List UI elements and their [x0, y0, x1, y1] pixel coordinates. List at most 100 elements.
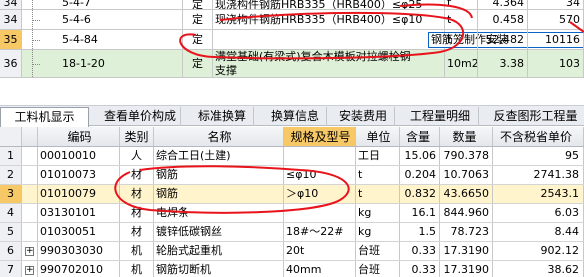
item-code: 5-4-7 — [22, 0, 183, 9]
expand-toggle[interactable]: + — [22, 261, 38, 277]
table-row-selected[interactable]: 3 01010079 材钢筋 ＞φ10 t 0.832 43.6650 2543.1 — [0, 185, 584, 204]
row-number: 4 — [0, 204, 22, 222]
resource-price: 8.44 — [493, 223, 584, 241]
item-name-cell[interactable]: 钢筋笼制作安装 — [213, 30, 584, 49]
resource-spec: 20t — [284, 242, 356, 260]
table-row[interactable]: 6 +990303030 机轮胎式起重机 20t 台班 0.33 17.3190 902.12 — [0, 242, 584, 261]
row-number: 34 — [0, 10, 22, 29]
resource-content: 0.204 — [400, 166, 440, 184]
resource-code: 00010010 — [38, 147, 120, 165]
header-name[interactable]: 名称 — [154, 127, 284, 146]
resource-unit: 台班 — [356, 242, 400, 260]
resource-quantity: 17.3190 — [440, 242, 493, 260]
resource-grid-header: 编码 类别 名称 规格及型号 单位 含量 数量 不含税省单价 — [0, 127, 584, 147]
table-row[interactable]: 1 00010010 人综合工日(土建) 工日 15.06 790.378 95 — [0, 147, 584, 166]
tab-standard-conversion[interactable]: 标准换算 — [191, 107, 254, 126]
row-number: 6 — [0, 242, 22, 260]
resource-content: 16.1 — [400, 204, 440, 222]
resource-unit: kg — [356, 223, 400, 241]
row-number: 3 — [0, 185, 22, 203]
row-number: 34 — [0, 0, 22, 9]
item-quantity: 0.458 — [478, 10, 528, 29]
resource-grid: 编码 类别 名称 规格及型号 单位 含量 数量 不含税省单价 1 00010010… — [0, 127, 584, 277]
resource-spec — [284, 204, 356, 222]
item-name-line1: 满堂基础(有梁式)复合木模板对拉螺栓钢 — [215, 50, 411, 63]
table-row[interactable]: 5 01030051 材镀锌低碳钢丝 18#～22# kg 1.5 78.723 8.44 — [0, 223, 584, 242]
resource-unit: t — [356, 185, 400, 203]
resource-category: 材 — [120, 223, 154, 241]
expand-toggle[interactable]: + — [22, 242, 38, 260]
expand-plus-icon[interactable]: + — [25, 246, 34, 256]
resource-name: 综合工日(土建) — [154, 147, 284, 165]
resource-price: 38.62 — [493, 261, 584, 277]
table-row[interactable]: 7 +990702010 机钢筋切断机 40mm 台班 0.33 17.3190 38.62 — [0, 261, 584, 277]
table-row[interactable]: 34 5-4-6 定 现浇构件钢筋HRB335（HRB400）≤φ10 t 0.… — [0, 10, 584, 30]
item-name: 现浇构件钢筋HRB335（HRB400）≤φ10 — [213, 10, 445, 29]
resource-price: 6.03 — [493, 204, 584, 222]
resource-unit: t — [356, 166, 400, 184]
row-number: 7 — [0, 261, 22, 277]
table-row[interactable]: 2 01010073 材钢筋 ≤φ10 t 0.204 10.7063 2741.38 — [0, 166, 584, 185]
resource-code: 01010079 — [38, 185, 120, 203]
resource-category: 材 — [120, 204, 154, 222]
item-quantity: 52.482 — [478, 30, 528, 49]
table-row[interactable]: 4 03130101 材电焊条 kg 16.1 844.960 6.03 — [0, 204, 584, 223]
resource-quantity: 844.960 — [440, 204, 493, 222]
resource-quantity: 78.723 — [440, 223, 493, 241]
item-code: 18-1-20 — [22, 50, 183, 77]
resource-category: 机 — [120, 242, 154, 260]
tab-installation-fee[interactable]: 安装费用 — [332, 107, 395, 126]
header-rownum — [0, 127, 22, 146]
resource-name: 轮胎式起重机 — [154, 242, 284, 260]
resource-spec: ≤φ10 — [284, 166, 356, 184]
tab-reverse-lookup-quantity[interactable]: 反查图形工程量 — [486, 107, 584, 126]
tab-quantity-details[interactable]: 工程量明细 — [402, 107, 479, 126]
resource-content: 0.832 — [400, 185, 440, 203]
tab-labor-material-machine[interactable]: 工料机显示 — [0, 107, 89, 127]
resource-price: 2741.38 — [493, 166, 584, 184]
resource-category: 材 — [120, 166, 154, 184]
item-type: 定 — [183, 10, 213, 29]
resource-quantity: 17.3190 — [440, 261, 493, 277]
header-quantity[interactable]: 数量 — [440, 127, 493, 146]
expand-toggle — [22, 185, 38, 203]
item-code: 5-4-6 — [22, 10, 183, 29]
resource-name: 电焊条 — [154, 204, 284, 222]
measure-items-grid: 34 5-4-7 定 现浇构件钢筋HRB335（HRB400）≤φ25 t 4.… — [0, 0, 584, 95]
header-code[interactable]: 编码 — [38, 127, 120, 146]
item-price: 570 — [528, 10, 584, 29]
resource-price: 2543.1 — [493, 185, 584, 203]
resource-code: 01030051 — [38, 223, 120, 241]
resource-spec — [284, 147, 356, 165]
table-row[interactable]: 34 5-4-7 定 现浇构件钢筋HRB335（HRB400）≤φ25 t 4.… — [0, 0, 584, 10]
resource-content: 0.33 — [400, 261, 440, 277]
resource-name: 钢筋 — [154, 185, 284, 203]
header-spec[interactable]: 规格及型号 — [284, 127, 356, 146]
header-content[interactable]: 含量 — [400, 127, 440, 146]
resource-content: 15.06 — [400, 147, 440, 165]
table-row-selected[interactable]: 35 5-4-84 定 钢筋笼制作安装 t 52.482 10116 — [0, 30, 584, 50]
item-name: 满堂基础(有梁式)复合木模板对拉螺栓钢 支撑 — [213, 50, 445, 77]
resource-category: 机 — [120, 261, 154, 277]
item-type: 定 — [183, 50, 213, 77]
item-type: 定 — [183, 30, 213, 49]
tab-unit-price-composition[interactable]: 查看单价构成 — [100, 107, 181, 126]
expand-plus-icon[interactable]: + — [25, 265, 34, 275]
resource-price: 95 — [493, 147, 584, 165]
header-category[interactable]: 类别 — [120, 127, 154, 146]
resource-code: 01010073 — [38, 166, 120, 184]
item-price: 10116 — [528, 30, 584, 49]
header-price-excl-tax[interactable]: 不含税省单价 — [493, 127, 584, 146]
resource-price: 902.12 — [493, 242, 584, 260]
header-unit[interactable]: 单位 — [356, 127, 400, 146]
item-code: 5-4-84 — [22, 30, 183, 49]
resource-quantity: 43.6650 — [440, 185, 493, 203]
item-unit: 10m2 — [445, 50, 478, 77]
resource-code: 03130101 — [38, 204, 120, 222]
tab-conversion-info[interactable]: 换算信息 — [264, 107, 327, 126]
row-number: 2 — [0, 166, 22, 184]
resource-quantity: 10.7063 — [440, 166, 493, 184]
expand-toggle — [22, 204, 38, 222]
expand-toggle — [22, 147, 38, 165]
table-row[interactable]: 36 18-1-20 定 满堂基础(有梁式)复合木模板对拉螺栓钢 支撑 10m2… — [0, 50, 584, 78]
